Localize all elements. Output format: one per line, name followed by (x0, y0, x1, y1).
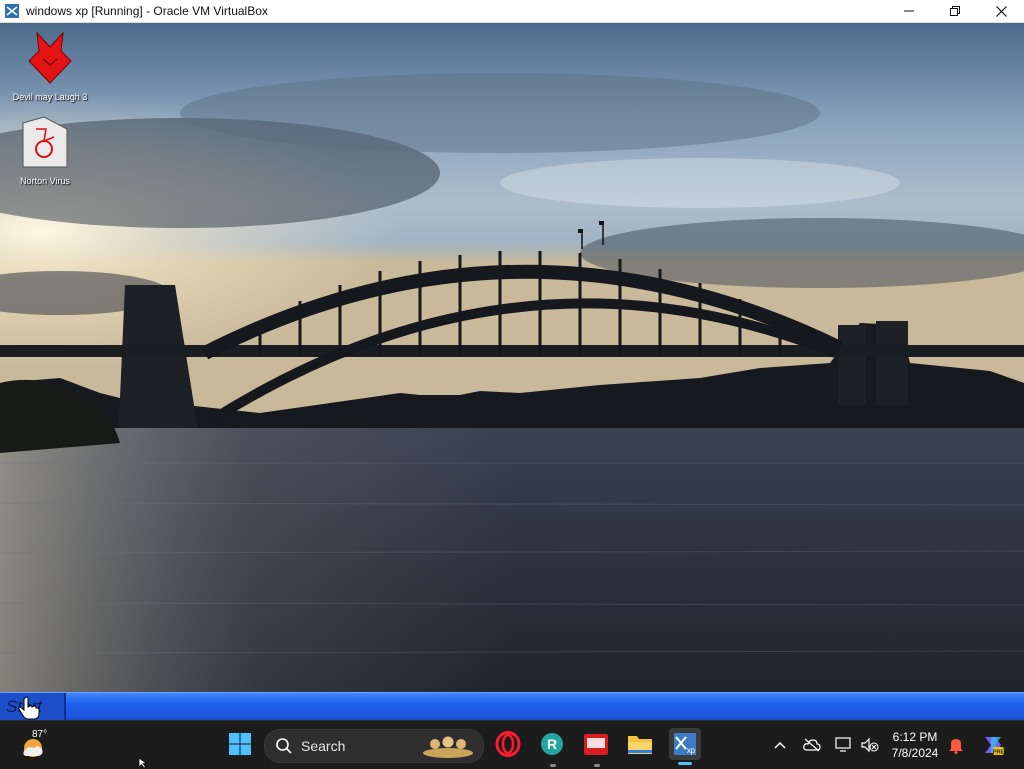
taskbar-app-virtualbox-xp[interactable]: xp (669, 728, 701, 765)
weather-temp: 87° (32, 729, 48, 740)
minimize-icon (904, 10, 914, 12)
mouse-pointer-icon (138, 758, 148, 768)
r-app-icon: R (541, 733, 563, 755)
xp-taskbar: Start (0, 692, 1024, 720)
copilot-icon: PRE (985, 737, 1005, 756)
clock-time: 6:12 PM (892, 730, 938, 744)
taskbar-app-file-explorer[interactable] (625, 729, 655, 759)
close-button[interactable] (978, 0, 1024, 22)
tray-network-disconnected[interactable] (802, 735, 822, 755)
restore-icon (950, 6, 960, 16)
taskbar-app-opera[interactable] (493, 729, 523, 759)
virtualbox-icon (5, 4, 19, 18)
tray-sound-muted[interactable] (860, 735, 880, 755)
taskbar-app-r[interactable]: R (537, 729, 567, 767)
folder-icon (628, 736, 652, 754)
svg-text:PRE: PRE (993, 750, 1005, 756)
search-icon (276, 738, 292, 754)
svg-text:xp: xp (687, 746, 696, 755)
desktop-icon-label: Norton Virus (20, 176, 70, 186)
clock-date: 7/8/2024 (891, 746, 939, 760)
svg-text:R: R (547, 736, 557, 752)
bell-icon (949, 739, 963, 754)
desktop-icon-devil-may-laugh[interactable]: Devil may Laugh 3 (5, 29, 95, 102)
opera-icon (495, 731, 521, 757)
host-taskbar: 87° Search R xp 6:12 PM 7/8/2024 PRE (0, 720, 1024, 769)
restore-button[interactable] (932, 0, 978, 22)
guest-screen[interactable]: Devil may Laugh 3 Norton Virus Start (0, 23, 1024, 720)
tray-display[interactable] (834, 735, 854, 755)
window-title: windows xp [Running] - Oracle VM Virtual… (26, 4, 268, 18)
virtualbox-xp-icon: xp (674, 733, 696, 755)
window-title-bar: windows xp [Running] - Oracle VM Virtual… (0, 0, 1024, 23)
show-hidden-icons-button[interactable] (770, 735, 790, 755)
norton-virus-icon (22, 116, 68, 168)
search-box[interactable]: Search (264, 729, 484, 763)
close-icon (995, 5, 1007, 17)
desktop-icon-norton-virus[interactable]: Norton Virus (0, 115, 90, 186)
red-app-icon (584, 734, 608, 755)
red-devil-icon (28, 31, 72, 84)
search-placeholder: Search (301, 738, 346, 754)
hand-cursor-icon (18, 696, 40, 720)
windows-start-button[interactable] (225, 729, 255, 759)
desktop-icon-label: Devil may Laugh 3 (12, 92, 88, 102)
taskbar-clock[interactable]: 6:12 PM 7/8/2024 (884, 729, 946, 761)
minimize-button[interactable] (886, 0, 932, 22)
notifications-button[interactable] (946, 735, 966, 755)
monitor-icon (835, 737, 851, 752)
windows-logo-icon (229, 733, 251, 755)
weather-widget[interactable]: 87° (20, 729, 60, 761)
chevron-up-icon (774, 741, 786, 749)
cloud-off-icon (803, 738, 821, 752)
speaker-muted-icon (861, 737, 879, 753)
search-highlight-icon (423, 736, 473, 758)
desktop-wallpaper (0, 23, 1024, 692)
taskbar-app-red[interactable] (581, 729, 611, 767)
copilot-button[interactable]: PRE (981, 733, 1005, 757)
